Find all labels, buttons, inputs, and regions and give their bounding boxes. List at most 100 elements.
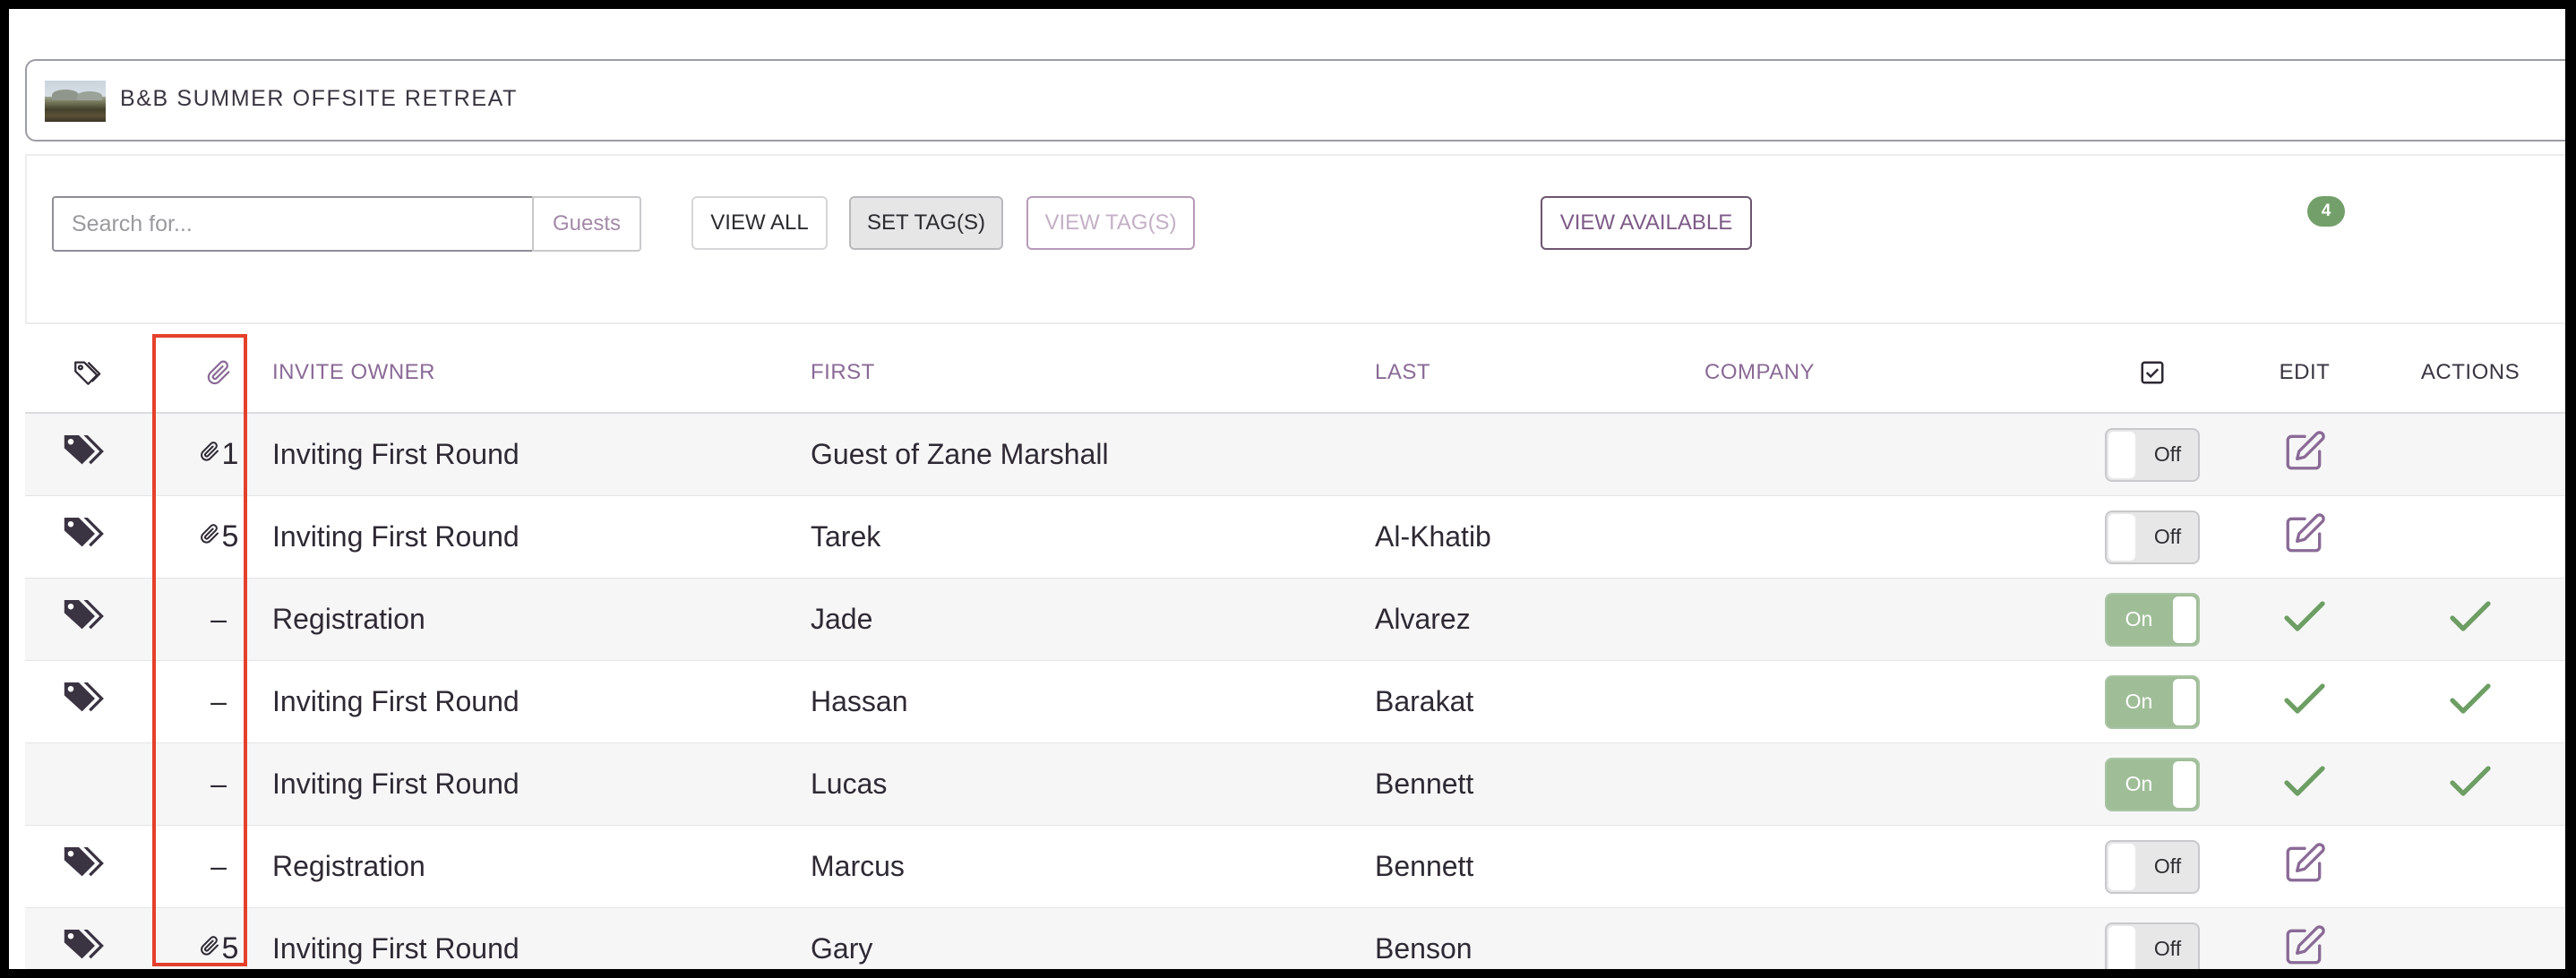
row-attachments-cell[interactable]: 1 [149, 414, 288, 495]
table-row[interactable]: – Registration Marcus Bennett Off [25, 826, 2565, 908]
row-toggle-cell: On [2076, 579, 2228, 660]
row-edit-cell [2228, 496, 2381, 578]
tag-icon[interactable] [63, 432, 111, 478]
row-invite-owner: Inviting First Round [272, 520, 519, 553]
row-edit-cell [2228, 826, 2381, 907]
event-title: B&B SUMMER OFFSITE RETREAT [120, 86, 518, 111]
header-first[interactable]: FIRST [811, 333, 1348, 412]
edit-icon[interactable] [2282, 429, 2327, 481]
row-invite-owner: Inviting First Round [272, 768, 519, 800]
toggle-knob [2108, 925, 2135, 969]
row-attachments-cell[interactable]: 5 [149, 496, 288, 578]
check-icon[interactable] [2448, 598, 2493, 641]
toggle-label: On [2125, 607, 2153, 631]
event-thumbnail [45, 81, 106, 122]
attachment-count: 5 [221, 519, 239, 553]
header-tag[interactable] [25, 333, 149, 412]
toggle-knob [2173, 596, 2196, 643]
tag-icon[interactable] [63, 926, 111, 970]
header-check[interactable] [2076, 333, 2228, 412]
row-edit-cell [2228, 743, 2381, 825]
table-row[interactable]: – Inviting First Round Lucas Bennett On [25, 743, 2565, 826]
row-tag-cell[interactable] [25, 908, 149, 970]
set-tags-button[interactable]: SET TAG(S) [849, 196, 1003, 250]
row-actions-cell [2381, 743, 2560, 825]
count-badge: 4 [2307, 196, 2345, 227]
no-attachments: – [210, 603, 227, 635]
row-company [1704, 579, 2063, 660]
search-scope[interactable]: Guests [532, 196, 641, 252]
row-toggle-cell: Off [2076, 496, 2228, 578]
row-tag-cell[interactable] [25, 414, 149, 495]
header-attachments[interactable] [149, 333, 288, 412]
table-row[interactable]: – Inviting First Round Hassan Barakat On [25, 661, 2565, 743]
row-company [1704, 661, 2063, 742]
view-available-button[interactable]: VIEW AVAILABLE [1541, 196, 1752, 250]
row-tag-cell[interactable] [25, 579, 149, 660]
table-row[interactable]: 5 Inviting First Round Gary Benson Off [25, 908, 2565, 970]
toggle-knob [2108, 513, 2135, 561]
search-input[interactable] [52, 196, 532, 252]
table-row[interactable]: – Registration Jade Alvarez On [25, 579, 2565, 661]
row-actions-cell [2381, 496, 2560, 578]
row-company [1704, 414, 2063, 495]
row-invite-owner: Inviting First Round [272, 685, 519, 717]
status-toggle[interactable]: Off [2105, 922, 2200, 969]
header-invite-owner[interactable]: INVITE OWNER [272, 333, 774, 412]
status-toggle[interactable]: Off [2105, 427, 2200, 482]
check-icon[interactable] [2448, 763, 2493, 806]
row-last-name: Alvarez [1375, 603, 1471, 635]
check-icon [2282, 763, 2327, 806]
row-first-name: Tarek [811, 520, 881, 553]
row-tag-cell[interactable] [25, 661, 149, 742]
row-last-name: Bennett [1375, 850, 1474, 882]
header-actions: ACTIONS [2420, 360, 2520, 384]
row-toggle-cell: On [2076, 743, 2228, 825]
tag-icon[interactable] [63, 596, 111, 643]
row-actions-cell [2381, 908, 2560, 969]
row-attachments-cell[interactable]: – [149, 579, 288, 660]
status-toggle[interactable]: On [2105, 757, 2200, 811]
header-company[interactable]: COMPANY [1704, 333, 2063, 412]
row-attachments-cell[interactable]: – [149, 661, 288, 742]
status-toggle[interactable]: On [2105, 592, 2200, 647]
row-tag-cell[interactable] [25, 496, 149, 578]
row-first-name: Guest of Zane Marshall [811, 438, 1109, 470]
row-attachments-cell[interactable]: 5 [149, 908, 288, 969]
row-tag-cell[interactable] [25, 743, 149, 825]
guest-table: INVITE OWNER FIRST LAST COMPANY EDIT ACT… [25, 333, 2565, 970]
check-icon [2282, 598, 2327, 641]
row-company [1704, 496, 2063, 578]
view-tags-button[interactable]: VIEW TAG(S) [1026, 196, 1195, 250]
row-attachments-cell[interactable]: – [149, 826, 288, 907]
row-edit-cell [2228, 661, 2381, 742]
tag-icon[interactable] [63, 844, 111, 890]
tag-icon[interactable] [63, 514, 111, 561]
status-toggle[interactable]: Off [2105, 510, 2200, 564]
row-company [1704, 743, 2063, 825]
row-tag-cell[interactable] [25, 826, 149, 907]
toggle-knob [2108, 431, 2135, 478]
row-attachments-cell[interactable]: – [149, 743, 288, 825]
row-company [1704, 908, 2063, 969]
table-row[interactable]: 1 Inviting First Round Guest of Zane Marsh… [25, 414, 2565, 496]
toolbar: Guests VIEW ALL SET TAG(S) VIEW TAG(S) V… [25, 154, 2565, 324]
table-body: 1 Inviting First Round Guest of Zane Marsh… [25, 414, 2565, 970]
table-row[interactable]: 5 Inviting First Round Tarek Al-Khatib Off [25, 496, 2565, 579]
row-edit-cell [2228, 908, 2381, 970]
row-actions-cell [2381, 826, 2560, 907]
view-all-button[interactable]: VIEW ALL [691, 196, 828, 250]
edit-icon[interactable] [2282, 511, 2327, 563]
edit-icon[interactable] [2282, 923, 2327, 970]
header-edit: EDIT [2279, 360, 2331, 384]
attachment-count: 1 [221, 437, 239, 471]
status-toggle[interactable]: On [2105, 674, 2200, 729]
row-toggle-cell: Off [2076, 908, 2228, 969]
edit-icon[interactable] [2282, 841, 2327, 893]
toggle-label: Off [2153, 442, 2182, 466]
header-last[interactable]: LAST [1375, 333, 1697, 412]
toggle-knob [2108, 843, 2135, 890]
check-icon[interactable] [2448, 681, 2493, 724]
tag-icon[interactable] [63, 679, 111, 725]
status-toggle[interactable]: Off [2105, 839, 2200, 894]
